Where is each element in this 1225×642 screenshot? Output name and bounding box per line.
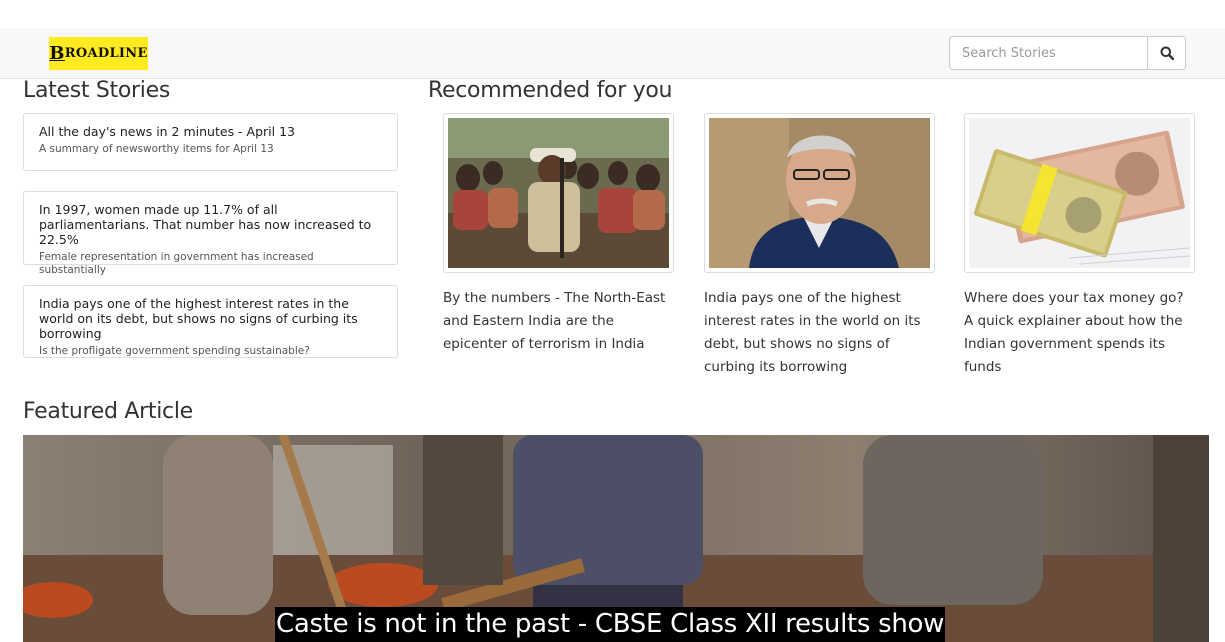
featured-article-title[interactable]: Caste is not in the past - CBSE Class XI… — [275, 607, 946, 642]
recommended-card[interactable]: By the numbers - The North-East and East… — [443, 113, 674, 356]
latest-story-summary: A summary of newsworthy items for April … — [39, 143, 274, 155]
logo-rest: ROADLINE — [64, 46, 148, 61]
card-thumbnail — [964, 113, 1195, 273]
search-form — [949, 36, 1186, 70]
recommended-heading: Recommended for you — [428, 78, 673, 103]
card-caption: Where does your tax money go? A quick ex… — [964, 290, 1184, 375]
navbar: B ROADLINE — [0, 28, 1225, 79]
featured-heading: Featured Article — [23, 399, 193, 424]
latest-story-title: India pays one of the highest interest r… — [39, 296, 358, 341]
card-caption: India pays one of the highest interest r… — [704, 290, 921, 375]
logo-initial: B — [49, 43, 65, 64]
magnifier-icon — [1160, 46, 1174, 60]
brand-logo[interactable]: B ROADLINE — [49, 37, 148, 70]
search-input[interactable] — [949, 36, 1147, 70]
recommended-card[interactable]: Where does your tax money go? A quick ex… — [964, 113, 1195, 379]
latest-story-title: All the day's news in 2 minutes - April … — [39, 124, 295, 139]
latest-story-item[interactable]: India pays one of the highest interest r… — [23, 285, 398, 358]
minister-portrait-photo — [709, 118, 930, 268]
latest-story-item[interactable]: All the day's news in 2 minutes - April … — [23, 113, 398, 171]
latest-stories-heading: Latest Stories — [23, 78, 170, 103]
card-thumbnail — [704, 113, 935, 273]
search-button[interactable] — [1147, 36, 1186, 70]
latest-story-summary: Is the profligate government spending su… — [39, 345, 310, 357]
latest-story-summary: Female representation in government has … — [39, 251, 314, 276]
card-caption: By the numbers - The North-East and East… — [443, 290, 666, 352]
crowd-photo — [448, 118, 669, 268]
latest-story-title: In 1997, women made up 11.7% of all parl… — [39, 202, 372, 247]
latest-story-item[interactable]: In 1997, women made up 11.7% of all parl… — [23, 191, 398, 276]
card-thumbnail — [443, 113, 674, 273]
currency-bundles-photo — [969, 118, 1190, 268]
recommended-card[interactable]: India pays one of the highest interest r… — [704, 113, 935, 379]
